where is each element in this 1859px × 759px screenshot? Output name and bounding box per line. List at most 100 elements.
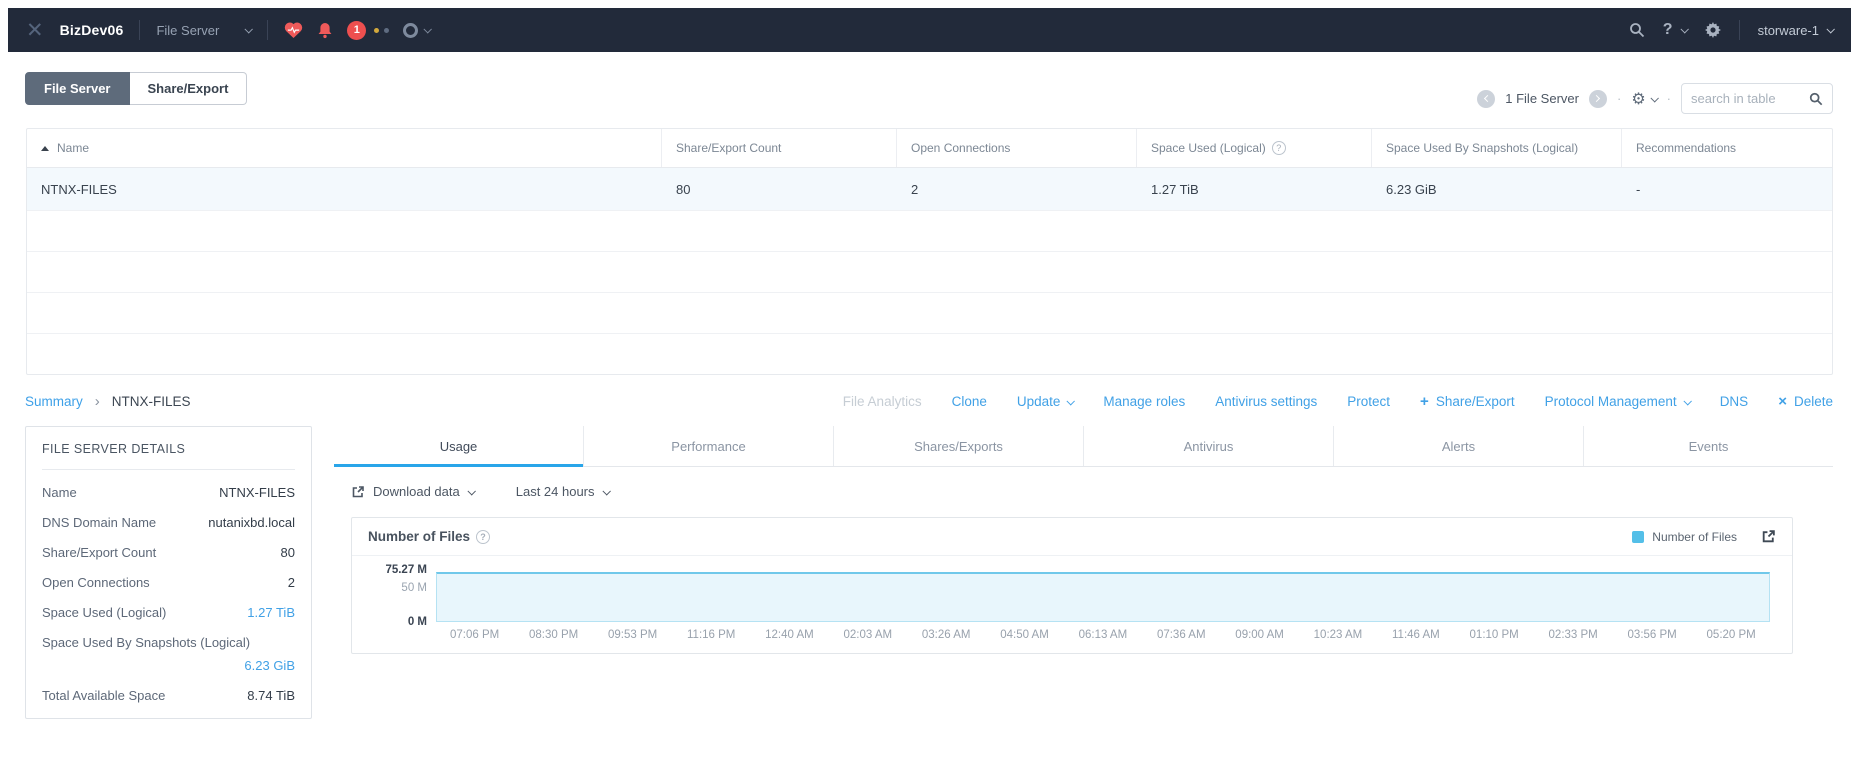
- cell-name[interactable]: NTNX-FILES: [27, 182, 662, 197]
- chart-title: Number of Files ?: [368, 529, 491, 544]
- breadcrumb-summary-link[interactable]: Summary: [25, 394, 83, 409]
- column-header-name[interactable]: Name: [27, 129, 662, 167]
- dns-link[interactable]: DNS: [1720, 394, 1749, 409]
- cell-space-snapshots: 6.23 GiB: [1386, 181, 1437, 197]
- table-row[interactable]: NTNX-FILES 80 2 1.27 TiB 6.23 GiB -: [27, 167, 1832, 210]
- column-header-open-connections[interactable]: Open Connections: [897, 129, 1137, 167]
- page-next-button[interactable]: [1588, 89, 1607, 108]
- details-panel-title: FILE SERVER DETAILS: [42, 442, 295, 470]
- x-tick-label: 10:23 AM: [1313, 629, 1363, 641]
- detail-row-dns: DNS Domain Name nutanixbd.local: [42, 515, 295, 530]
- context-label: File Server: [156, 22, 220, 38]
- delete-link[interactable]: × Delete: [1778, 393, 1833, 410]
- expand-chart-icon[interactable]: [1761, 529, 1776, 544]
- space-snapshots-link[interactable]: 6.23 GiB: [42, 658, 295, 673]
- x-icon: ×: [1778, 393, 1787, 410]
- detail-tabs: Usage Performance Shares/Exports Antivir…: [334, 426, 1833, 467]
- table-search-input[interactable]: [1691, 91, 1809, 106]
- time-range-menu[interactable]: Last 24 hours: [516, 484, 611, 499]
- manage-roles-link[interactable]: Manage roles: [1103, 394, 1185, 409]
- x-tick-label: 11:46 AM: [1392, 629, 1440, 641]
- page-prev-button[interactable]: [1477, 89, 1496, 108]
- chevron-down-icon: [244, 25, 254, 34]
- file-analytics-link: File Analytics: [842, 394, 922, 409]
- tab-file-server[interactable]: File Server: [25, 72, 130, 105]
- entity-actions: File Analytics Clone Update Manage roles…: [843, 393, 1833, 410]
- clone-link[interactable]: Clone: [952, 394, 987, 409]
- username: storware-1: [1757, 22, 1819, 38]
- table-row-empty: [27, 210, 1832, 251]
- health-heart-icon[interactable]: [284, 22, 303, 39]
- column-header-share-export-count[interactable]: Share/Export Count: [662, 129, 897, 167]
- chevron-down-icon[interactable]: [423, 25, 433, 34]
- tab-share-export[interactable]: Share/Export: [129, 72, 248, 105]
- x-axis-labels: 07:06 PM 08:30 PM 09:53 PM 11:16 PM 12:40 AM…: [436, 629, 1770, 641]
- export-icon: [352, 485, 364, 497]
- column-header-recommendations[interactable]: Recommendations: [1622, 129, 1832, 167]
- detail-row-share-count: Share/Export Count 80: [42, 545, 295, 560]
- divider: [139, 20, 141, 40]
- cluster-name: BizDev06: [59, 22, 124, 38]
- area-fill: [436, 571, 1770, 622]
- antivirus-settings-link[interactable]: Antivirus settings: [1215, 394, 1317, 409]
- column-header-space-used[interactable]: Space Used (Logical)?: [1137, 129, 1372, 167]
- add-share-export-link[interactable]: + Share/Export: [1420, 393, 1515, 410]
- x-tick-label: 03:56 PM: [1627, 629, 1677, 641]
- tab-usage[interactable]: Usage: [334, 426, 584, 467]
- tasks-ring-icon[interactable]: [403, 22, 419, 38]
- x-tick-label: 08:30 PM: [529, 629, 579, 641]
- user-menu[interactable]: storware-1: [1757, 22, 1835, 38]
- plus-icon: +: [1420, 393, 1429, 410]
- nutanix-logo-icon[interactable]: ✕: [26, 20, 44, 41]
- chevron-down-icon: [467, 486, 476, 496]
- cell-space-used: 1.27 TiB: [1151, 181, 1199, 197]
- help-icon[interactable]: ?: [1271, 141, 1286, 155]
- x-tick-label: 06:13 AM: [1078, 629, 1128, 641]
- help-icon[interactable]: ?: [476, 529, 491, 544]
- tab-events[interactable]: Events: [1584, 426, 1833, 466]
- update-menu[interactable]: Update: [1017, 394, 1076, 409]
- plot-area[interactable]: [436, 570, 1770, 622]
- x-tick-label: 05:20 PM: [1706, 629, 1756, 641]
- context-selector[interactable]: File Server: [156, 22, 254, 38]
- table-row-empty: [27, 292, 1832, 333]
- chart-controls: Download data Last 24 hours: [351, 484, 1833, 499]
- y-tick-label: 0 M: [407, 616, 427, 628]
- x-tick-label: 03:26 AM: [921, 629, 971, 641]
- alerts-bell-icon[interactable]: [317, 22, 333, 39]
- info-dot-icon[interactable]: [384, 27, 390, 33]
- column-header-space-snapshots[interactable]: Space Used By Snapshots (Logical): [1372, 129, 1622, 167]
- entity-count: 1 File Server: [1505, 91, 1579, 106]
- alert-count-badge[interactable]: 1: [347, 20, 367, 40]
- warning-dot-icon[interactable]: [374, 27, 380, 33]
- table-header: Name Share/Export Count Open Connections…: [27, 129, 1832, 167]
- detail-row-space-snapshots: Space Used By Snapshots (Logical) 6.23 G…: [42, 635, 295, 673]
- detail-row-space-used: Space Used (Logical) 1.27 TiB: [42, 605, 295, 620]
- table-toolbar: 1 File Server · ⚙ ·: [8, 83, 1833, 114]
- x-tick-label: 02:03 AM: [843, 629, 893, 641]
- chevron-down-icon: [1066, 396, 1076, 406]
- y-tick-label: 50 M: [401, 582, 427, 594]
- x-tick-label: 12:40 AM: [765, 629, 814, 641]
- settings-gear-icon[interactable]: [1704, 22, 1721, 38]
- cell-share-export-count: 80: [676, 181, 691, 197]
- breadcrumb-current: NTNX-FILES: [111, 394, 191, 409]
- protocol-management-menu[interactable]: Protocol Management: [1545, 394, 1692, 409]
- separator: ·: [1616, 91, 1622, 106]
- number-of-files-chart: Number of Files ? Number of Files 75.27 …: [351, 517, 1793, 654]
- x-tick-label: 07:06 PM: [450, 629, 500, 641]
- search-icon[interactable]: [1629, 22, 1645, 38]
- top-navbar: ✕ BizDev06 File Server 1 ? storware-1: [8, 8, 1851, 52]
- download-data-menu[interactable]: Download data: [351, 484, 476, 499]
- chevron-down-icon: [1826, 25, 1835, 34]
- help-menu[interactable]: ?: [1663, 21, 1689, 39]
- x-tick-label: 02:33 PM: [1548, 629, 1598, 641]
- tab-antivirus[interactable]: Antivirus: [1084, 426, 1334, 466]
- tab-shares-exports[interactable]: Shares/Exports: [834, 426, 1084, 466]
- protect-link[interactable]: Protect: [1347, 394, 1390, 409]
- tab-alerts[interactable]: Alerts: [1334, 426, 1584, 466]
- tab-performance[interactable]: Performance: [584, 426, 834, 466]
- space-used-link[interactable]: 1.27 TiB: [247, 605, 295, 620]
- cell-recommendations: -: [1636, 181, 1641, 197]
- table-settings-gear-icon[interactable]: ⚙: [1631, 89, 1659, 109]
